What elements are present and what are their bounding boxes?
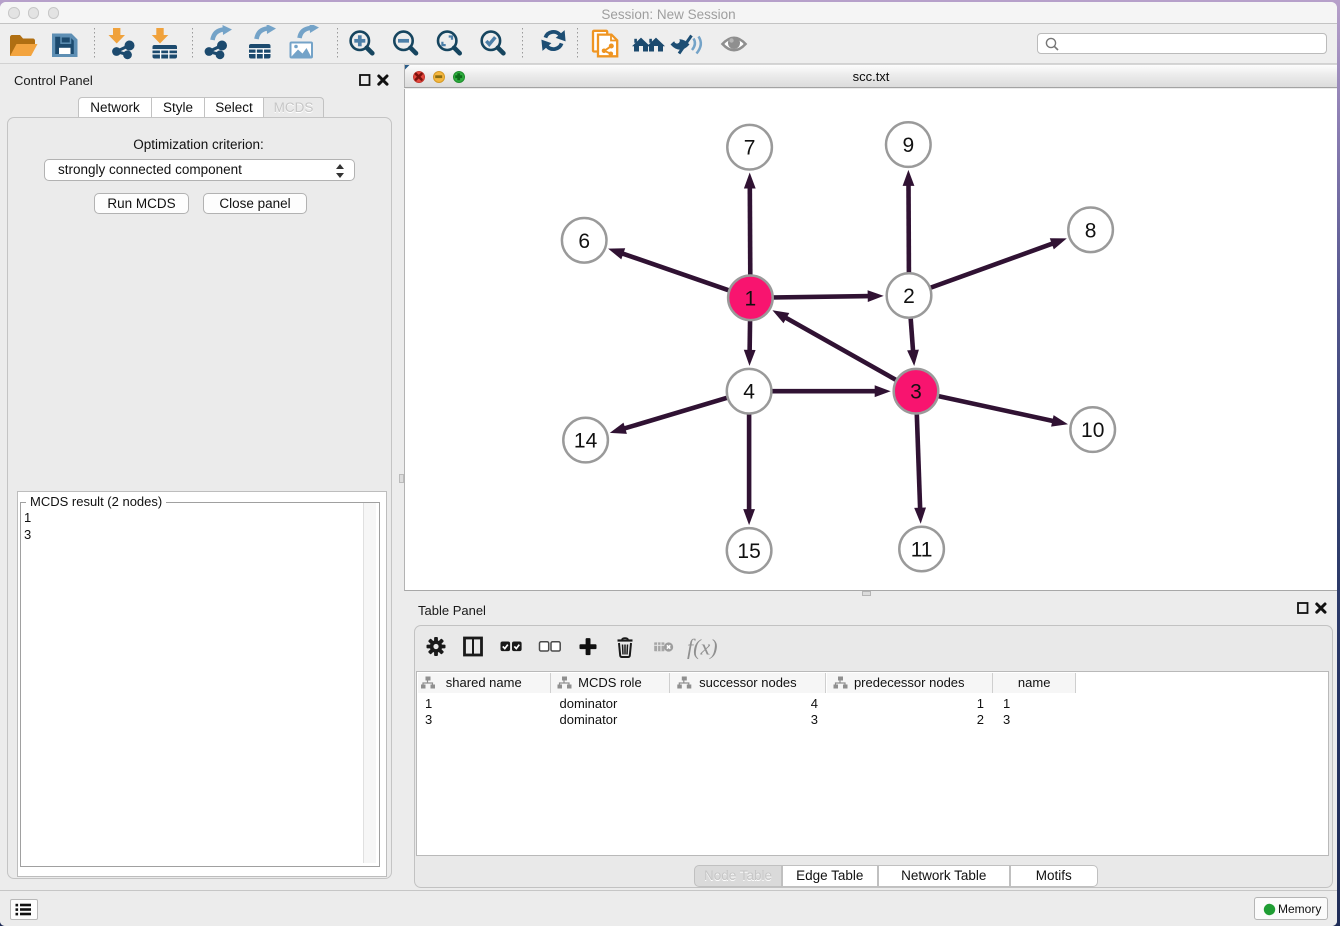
svg-text:10: 10 [1081, 419, 1104, 442]
svg-text:11: 11 [911, 539, 933, 562]
svg-text:1: 1 [745, 287, 757, 310]
svg-text:4: 4 [743, 381, 755, 404]
svg-text:15: 15 [737, 540, 760, 563]
svg-text:2: 2 [903, 285, 915, 308]
svg-text:3: 3 [910, 381, 922, 404]
svg-text:8: 8 [1085, 219, 1097, 242]
svg-text:7: 7 [744, 137, 756, 160]
svg-text:9: 9 [902, 134, 914, 157]
svg-text:f(x): f(x) [687, 635, 718, 660]
svg-text:6: 6 [578, 230, 590, 253]
svg-text:14: 14 [574, 430, 598, 453]
